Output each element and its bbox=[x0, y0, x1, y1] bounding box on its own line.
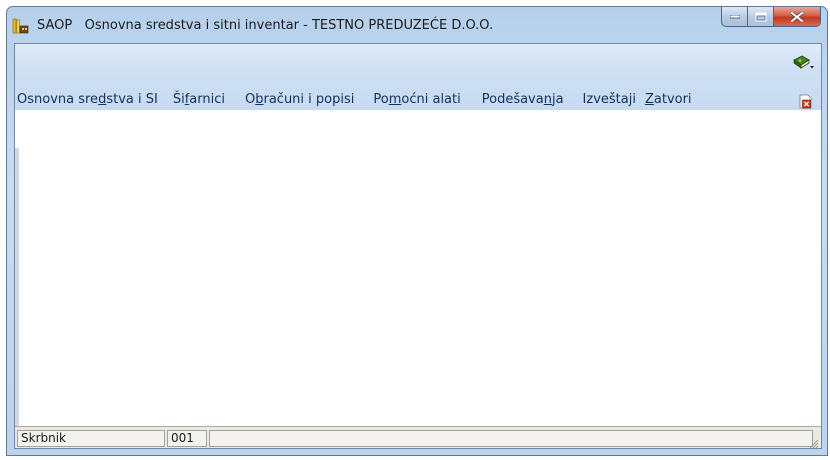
left-edge-strip bbox=[15, 148, 19, 428]
menu-bar: Osnovna sredstva i SI Šifarnici Obračuni… bbox=[15, 44, 821, 110]
maximize-button[interactable] bbox=[748, 7, 774, 27]
caption-buttons bbox=[721, 7, 821, 29]
client-area: Osnovna sredstva i SI Šifarnici Obračuni… bbox=[14, 43, 822, 449]
menu-sifarnici[interactable]: Šifarnici bbox=[173, 92, 225, 107]
help-book-dropdown-icon[interactable] bbox=[792, 54, 814, 72]
status-user: Skrbnik bbox=[17, 430, 165, 447]
close-document-icon[interactable] bbox=[799, 94, 813, 109]
menu-obracuni-i-popisi[interactable]: Obračuni i popisi bbox=[245, 92, 354, 107]
main-content-area bbox=[15, 110, 821, 428]
menu-zatvori[interactable]: Zatvori bbox=[645, 92, 692, 107]
minimize-button[interactable] bbox=[721, 7, 748, 27]
app-window: SAOP Osnovna sredstva i sitni inventar -… bbox=[6, 6, 828, 456]
status-extra bbox=[209, 430, 813, 447]
saop-books-icon[interactable] bbox=[12, 17, 30, 35]
status-bar: Skrbnik 001 bbox=[15, 426, 821, 449]
size-grip-icon[interactable] bbox=[807, 434, 819, 449]
window-title: SAOP Osnovna sredstva i sitni inventar -… bbox=[37, 18, 494, 33]
maximize-icon bbox=[755, 12, 766, 21]
menu-items: Osnovna sredstva i SI Šifarnici Obračuni… bbox=[17, 92, 692, 107]
minimize-icon bbox=[729, 14, 740, 18]
menu-podesavanja[interactable]: Podešavanja bbox=[482, 92, 564, 107]
menu-pomocni-alati[interactable]: Pomoćni alati bbox=[373, 92, 460, 107]
menu-osnovna-sredstva[interactable]: Osnovna sredstva i SI bbox=[17, 92, 158, 107]
close-button[interactable] bbox=[774, 7, 821, 27]
close-icon bbox=[791, 11, 803, 22]
menu-izvestaji[interactable]: Izveštaji bbox=[583, 92, 636, 107]
title-bar[interactable]: SAOP Osnovna sredstva i sitni inventar -… bbox=[7, 7, 827, 43]
status-code: 001 bbox=[167, 430, 207, 447]
